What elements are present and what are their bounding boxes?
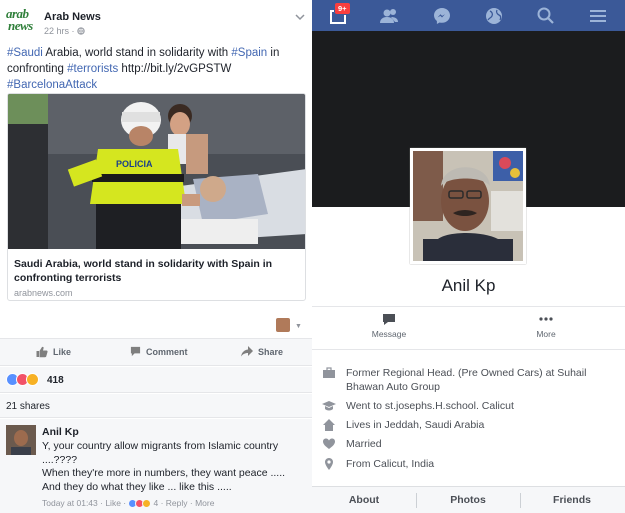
globe-icon <box>77 27 85 35</box>
menu-icon[interactable] <box>588 6 608 26</box>
arab-news-logo[interactable]: arab news <box>6 7 39 39</box>
page-name[interactable]: Arab News <box>44 11 101 23</box>
post-pane: arab news Arab News 22 hrs · #Saudi Arab… <box>0 0 313 513</box>
info-residence[interactable]: Lives in Jeddah, Saudi Arabia <box>322 418 612 432</box>
tab-about[interactable]: About <box>312 494 416 506</box>
tab-friends[interactable]: Friends <box>520 494 624 506</box>
info-education[interactable]: Went to st.josephs.H.school. Calicut <box>322 399 612 413</box>
comment-meta: Today at 01:43 · Like · 4 · Reply · More <box>42 498 215 508</box>
info-work[interactable]: Former Regional Head. (Pre Owned Cars) a… <box>322 366 612 394</box>
commenter-name[interactable]: Anil Kp <box>42 426 79 438</box>
comment-text: Y, your country allow migrants from Isla… <box>42 440 286 493</box>
message-button[interactable]: Message <box>354 313 424 339</box>
comment-item: Anil Kp Y, your country allow migrants f… <box>0 419 313 513</box>
post-timestamp[interactable]: 22 hrs · <box>44 26 85 36</box>
thumbs-up-icon <box>36 346 48 358</box>
profile-actions: Message More <box>312 306 625 350</box>
post-text-segment: http://bit.ly/2vGPSTW <box>118 63 232 75</box>
sad-reaction-icon <box>26 373 39 386</box>
caret-down-icon[interactable]: ▼ <box>295 323 302 330</box>
post-text-segment: Arabia, world stand in solidarity with <box>42 47 232 59</box>
hashtag-link[interactable]: #Saudi <box>7 47 43 59</box>
location-pin-icon <box>325 458 333 470</box>
profile-picture[interactable] <box>410 148 526 264</box>
comment-timestamp[interactable]: Today at 01:43 <box>42 498 98 508</box>
heart-icon <box>323 438 335 449</box>
reaction-count: 418 <box>47 375 64 386</box>
shares-count: 21 shares <box>6 401 50 412</box>
share-button[interactable]: Share <box>241 346 283 357</box>
hashtag-link[interactable]: #BarcelonaAttack <box>7 79 97 91</box>
search-icon[interactable] <box>536 6 556 26</box>
link-preview-card[interactable]: POLICIA Saudi Arabia, world stand in sol… <box>7 93 306 301</box>
home-icon <box>323 419 335 431</box>
post-text: #Saudi Arabia, world stand in solidarity… <box>7 45 307 93</box>
comment-icon <box>130 346 141 357</box>
commenter-avatar[interactable] <box>6 425 36 455</box>
comment-more-link[interactable]: More <box>195 498 214 508</box>
profile-name: Anil Kp <box>441 276 496 295</box>
more-dots-icon <box>539 317 553 321</box>
haha-reaction-icon <box>142 498 152 508</box>
hashtag-link[interactable]: #Spain <box>231 47 267 59</box>
more-button[interactable]: More <box>511 313 581 339</box>
graduation-cap-icon <box>322 401 336 411</box>
notification-badge[interactable]: 9+ <box>334 2 351 15</box>
post-header: arab news Arab News 22 hrs · <box>0 0 313 44</box>
article-image: POLICIA <box>8 94 305 249</box>
post-action-bar: Like Comment Share <box>0 338 313 366</box>
share-icon <box>241 346 253 357</box>
comment-reply-link[interactable]: Reply <box>166 498 188 508</box>
comment-like-link[interactable]: Like <box>105 498 121 508</box>
shares-summary[interactable]: 21 shares <box>0 394 313 418</box>
profile-pane: 9+ Anil Kp Message More Former Regional … <box>312 0 625 513</box>
globe-icon[interactable] <box>484 6 504 26</box>
message-icon <box>383 314 395 325</box>
reactions-summary[interactable]: 418 <box>0 367 313 393</box>
police-vest-text: POLICIA <box>116 159 153 169</box>
hashtag-link[interactable]: #terrorists <box>67 63 118 75</box>
info-relationship[interactable]: Married <box>322 437 612 451</box>
info-hometown[interactable]: From Calicut, India <box>322 457 612 471</box>
comment-button[interactable]: Comment <box>130 346 188 357</box>
chevron-down-icon[interactable] <box>293 10 307 24</box>
like-button[interactable]: Like <box>36 346 71 358</box>
reaction-avatar[interactable] <box>276 318 290 332</box>
link-domain: arabnews.com <box>14 288 73 298</box>
friend-requests-icon[interactable] <box>379 6 399 26</box>
messenger-icon[interactable] <box>432 6 452 26</box>
profile-tabs: About Photos Friends <box>312 486 625 513</box>
link-title[interactable]: Saudi Arabia, world stand in solidarity … <box>14 257 299 285</box>
briefcase-icon <box>323 367 335 378</box>
tab-photos[interactable]: Photos <box>416 494 520 506</box>
top-nav-bar: 9+ <box>312 0 625 31</box>
